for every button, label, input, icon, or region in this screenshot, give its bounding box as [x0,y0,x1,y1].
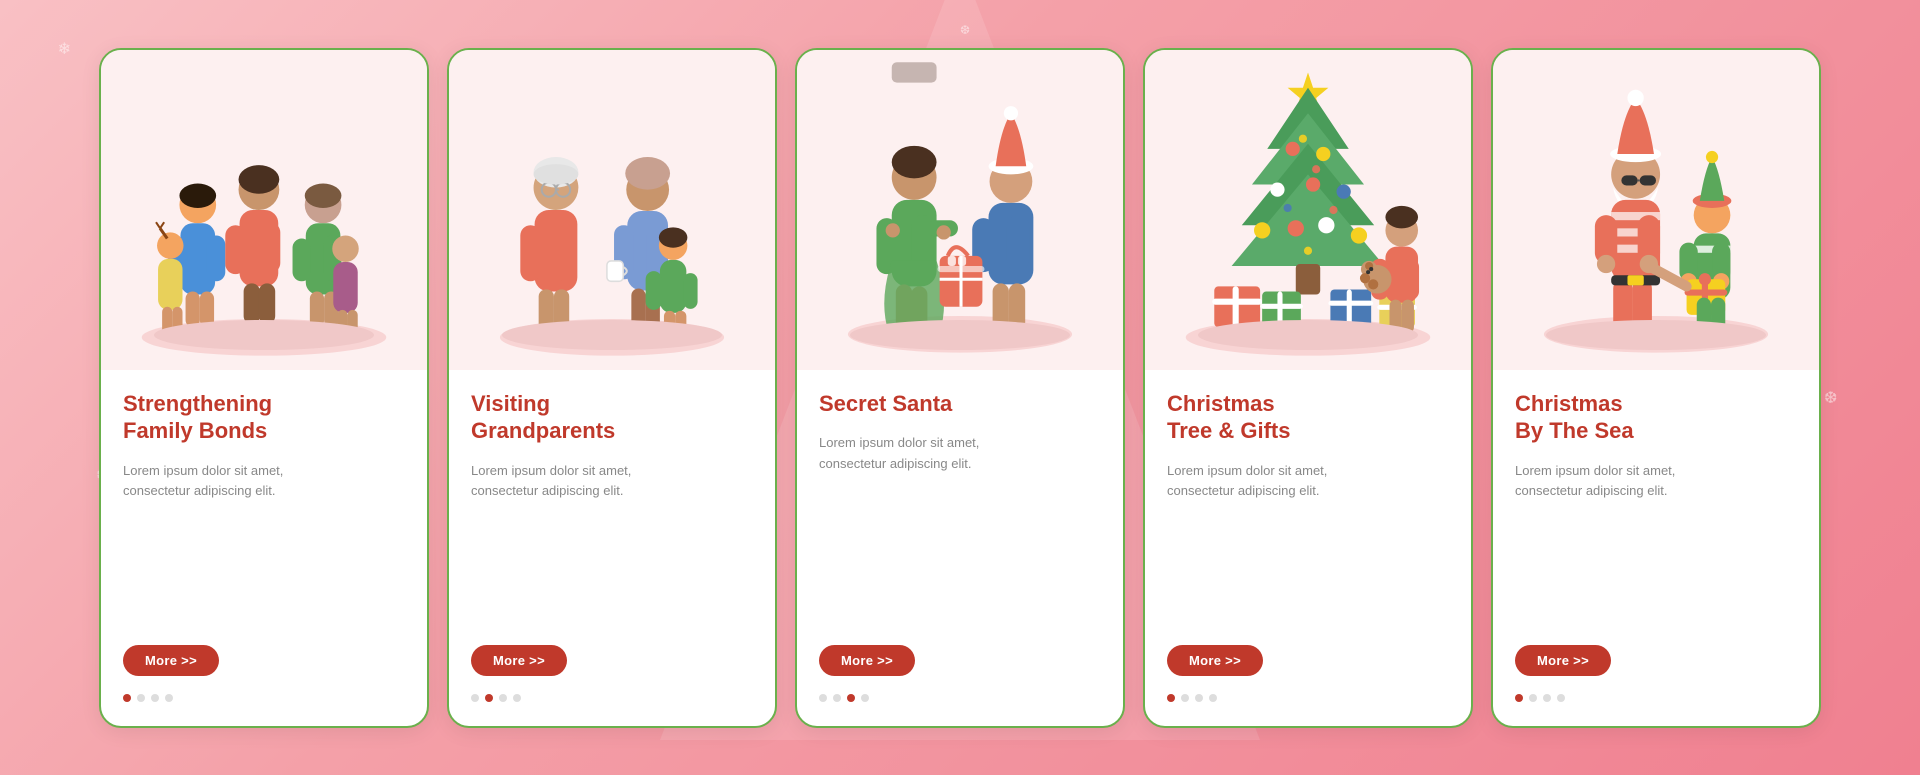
card-christmas-sea: Christmas By The Sea Lorem ipsum dolor s… [1491,48,1821,728]
card-1-dots [123,694,405,706]
dot [1195,694,1203,702]
card-3-title: Secret Santa [819,390,1101,418]
card-3-illustration [797,50,1123,370]
dot-active [485,694,493,702]
card-2-description: Lorem ipsum dolor sit amet, consectetur … [471,461,753,625]
dot [861,694,869,702]
card-2-dots [471,694,753,706]
card-2-title: Visiting Grandparents [471,390,753,445]
card-2-illustration [449,50,775,370]
dot [1529,694,1537,702]
dot [137,694,145,702]
card-4-illustration [1145,50,1471,370]
ground-oval-5 [1546,320,1766,350]
dot [499,694,507,702]
card-1-more-button[interactable]: More >> [123,645,219,676]
card-5-content: Christmas By The Sea Lorem ipsum dolor s… [1493,370,1819,726]
card-2-content: Visiting Grandparents Lorem ipsum dolor … [449,370,775,726]
ground-oval-4 [1198,320,1418,350]
dot [151,694,159,702]
dot [1209,694,1217,702]
card-4-content: Christmas Tree & Gifts Lorem ipsum dolor… [1145,370,1471,726]
card-1-content: Strengthening Family Bonds Lorem ipsum d… [101,370,427,726]
card-visiting-grandparents: Visiting Grandparents Lorem ipsum dolor … [447,48,777,728]
dot [1557,694,1565,702]
card-5-title: Christmas By The Sea [1515,390,1797,445]
dot-active [847,694,855,702]
card-5-dots [1515,694,1797,706]
ground-oval-2 [502,320,722,350]
dot [471,694,479,702]
card-5-illustration [1493,50,1819,370]
card-secret-santa: Secret Santa Lorem ipsum dolor sit amet,… [795,48,1125,728]
dot [1543,694,1551,702]
dot [1181,694,1189,702]
dot-active [123,694,131,702]
card-family-bonds: Strengthening Family Bonds Lorem ipsum d… [99,48,429,728]
dot [819,694,827,702]
card-3-dots [819,694,1101,706]
card-2-more-button[interactable]: More >> [471,645,567,676]
card-4-description: Lorem ipsum dolor sit amet, consectetur … [1167,461,1449,625]
card-1-title: Strengthening Family Bonds [123,390,405,445]
ground-oval-1 [154,320,374,350]
card-4-more-button[interactable]: More >> [1167,645,1263,676]
dot [833,694,841,702]
card-4-dots [1167,694,1449,706]
dot-active [1167,694,1175,702]
card-3-content: Secret Santa Lorem ipsum dolor sit amet,… [797,370,1123,726]
dot [513,694,521,702]
cards-container: Strengthening Family Bonds Lorem ipsum d… [0,0,1920,775]
card-5-description: Lorem ipsum dolor sit amet, consectetur … [1515,461,1797,625]
ground-oval-3 [850,320,1070,350]
card-4-title: Christmas Tree & Gifts [1167,390,1449,445]
dot-active [1515,694,1523,702]
card-3-more-button[interactable]: More >> [819,645,915,676]
card-1-illustration [101,50,427,370]
card-1-description: Lorem ipsum dolor sit amet, consectetur … [123,461,405,625]
card-christmas-tree: Christmas Tree & Gifts Lorem ipsum dolor… [1143,48,1473,728]
card-5-more-button[interactable]: More >> [1515,645,1611,676]
dot [165,694,173,702]
card-3-description: Lorem ipsum dolor sit amet, consectetur … [819,433,1101,625]
